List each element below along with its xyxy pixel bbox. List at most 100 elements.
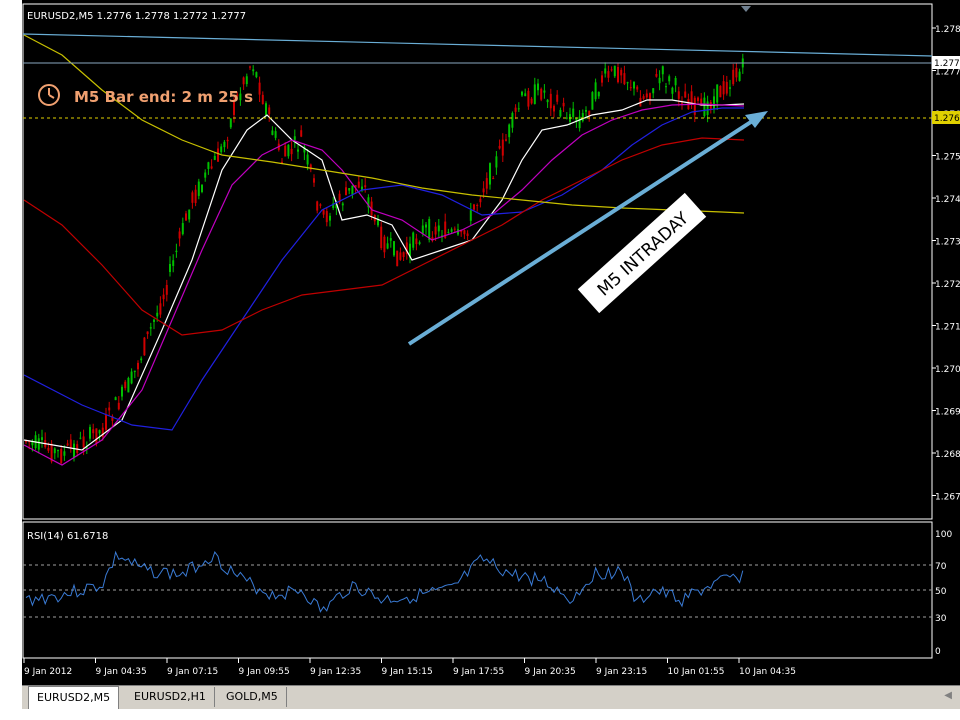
candle-body <box>623 73 626 85</box>
candle-body <box>220 146 223 153</box>
candle-body <box>316 201 319 211</box>
candle-body <box>706 101 709 115</box>
price-axis: 1.278 1.277 1.276 1.275 1.274 1.273 1.272 1.271… <box>932 25 960 503</box>
candle-body <box>137 362 139 370</box>
candle-body <box>713 96 715 109</box>
price-tick-label: 1.268 <box>935 450 960 460</box>
tab-eurusd2-m5[interactable]: EURUSD2,M5 <box>28 686 120 709</box>
candle-body <box>156 312 159 317</box>
candle-body <box>201 184 203 193</box>
price-tick-label: 1.267 <box>935 493 960 503</box>
candle-body <box>537 83 539 91</box>
candle-body <box>425 224 427 228</box>
candle-body <box>514 107 517 112</box>
candle-body <box>735 67 738 78</box>
candle-body <box>703 97 706 117</box>
candle-body <box>434 226 437 235</box>
candle-body <box>393 241 395 256</box>
candle-body <box>447 231 450 233</box>
rsi-line <box>25 550 744 613</box>
candle-body <box>437 225 440 232</box>
candle-body <box>479 198 482 203</box>
candle-body <box>114 397 117 401</box>
candle-body <box>601 75 603 83</box>
candle-body <box>69 439 72 448</box>
candle-body <box>549 93 552 109</box>
candle-body <box>684 91 687 98</box>
price-chart[interactable]: M5 INTRADAY EURUSD2,M5 1.2776 1.2778 1.2… <box>22 0 960 685</box>
candle-body <box>37 438 40 450</box>
candle-body <box>556 94 559 102</box>
candle-body <box>229 118 232 128</box>
candle-body <box>412 232 415 248</box>
candle-body <box>495 156 498 168</box>
time-tick-label: 9 Jan 09:55 <box>239 667 290 677</box>
candle-body <box>473 204 475 210</box>
candle-body <box>242 77 245 85</box>
candle-body <box>655 74 658 77</box>
candle-body <box>130 371 133 384</box>
candle-body <box>530 98 533 104</box>
candle-body <box>399 252 402 260</box>
rsi-label: RSI(14) 61.6718 <box>27 531 108 542</box>
candle-body <box>252 69 255 72</box>
chart-area[interactable]: M5 INTRADAY EURUSD2,M5 1.2776 1.2778 1.2… <box>22 0 960 685</box>
candle-body <box>383 236 386 253</box>
candle-body <box>517 108 520 110</box>
candle-body <box>293 136 296 140</box>
rsi-tick-label: 0 <box>935 647 941 657</box>
price-tick-label: 1.269 <box>935 408 960 418</box>
tab-scroll-left-icon[interactable]: ◀ <box>944 690 952 701</box>
candle-body <box>213 155 216 160</box>
candle-body <box>313 178 315 183</box>
tab-eurusd2-h1[interactable]: EURUSD2,H1 <box>126 687 215 707</box>
candle-body <box>124 381 127 389</box>
chart-tabs: EURUSD2,M5 EURUSD2,H1 GOLD,M5 ◀ <box>22 685 960 710</box>
candle-body <box>322 209 325 215</box>
candle-body <box>191 192 194 203</box>
time-tick-label: 9 Jan 15:15 <box>382 667 433 677</box>
candle-body <box>306 154 309 165</box>
time-tick-label: 9 Jan 20:35 <box>525 667 576 677</box>
candle-body <box>418 242 421 244</box>
time-tick-label: 9 Jan 04:35 <box>96 667 147 677</box>
candle-body <box>508 124 511 138</box>
candle-body <box>95 428 98 444</box>
price-tick-label: 1.270 <box>935 365 960 375</box>
tab-gold-m5[interactable]: GOLD,M5 <box>218 687 287 707</box>
candle-body <box>287 144 290 157</box>
candle-body <box>146 331 149 335</box>
resistance-trendline[interactable] <box>22 33 933 57</box>
symbol-info: EURUSD2,M5 1.2776 1.2778 1.2772 1.2777 <box>27 11 246 22</box>
candle-body <box>98 430 101 434</box>
left-margin <box>0 0 22 720</box>
candle-body <box>421 225 424 234</box>
candle-body <box>498 145 501 149</box>
candle-body <box>386 243 389 249</box>
main-panel-border <box>22 3 933 520</box>
candle-body <box>261 94 264 105</box>
candle-body <box>466 233 469 236</box>
candle-body <box>738 71 741 81</box>
price-tick-label: 1.271 <box>935 323 960 333</box>
candle-body <box>671 87 674 94</box>
candle-body <box>697 97 699 101</box>
candle-body <box>121 386 123 397</box>
candle-body <box>172 260 175 267</box>
candle-body <box>725 81 728 94</box>
dotted-level-tag: 1.276 <box>934 114 960 124</box>
candle-body <box>428 219 431 240</box>
candle-body <box>562 102 565 107</box>
candle-body <box>597 92 600 97</box>
rsi-tick-label: 50 <box>935 587 947 597</box>
candle-body <box>73 443 75 458</box>
intraday-label-box[interactable]: M5 INTRADAY <box>577 192 707 314</box>
candle-body <box>578 116 581 129</box>
price-tick-label: 1.274 <box>935 195 960 205</box>
candle-body <box>60 448 63 464</box>
chart-shift-marker[interactable] <box>741 6 751 12</box>
candle-body <box>207 162 210 169</box>
candle-body <box>92 429 95 434</box>
candle-body <box>217 148 219 162</box>
candle-body <box>521 91 523 96</box>
